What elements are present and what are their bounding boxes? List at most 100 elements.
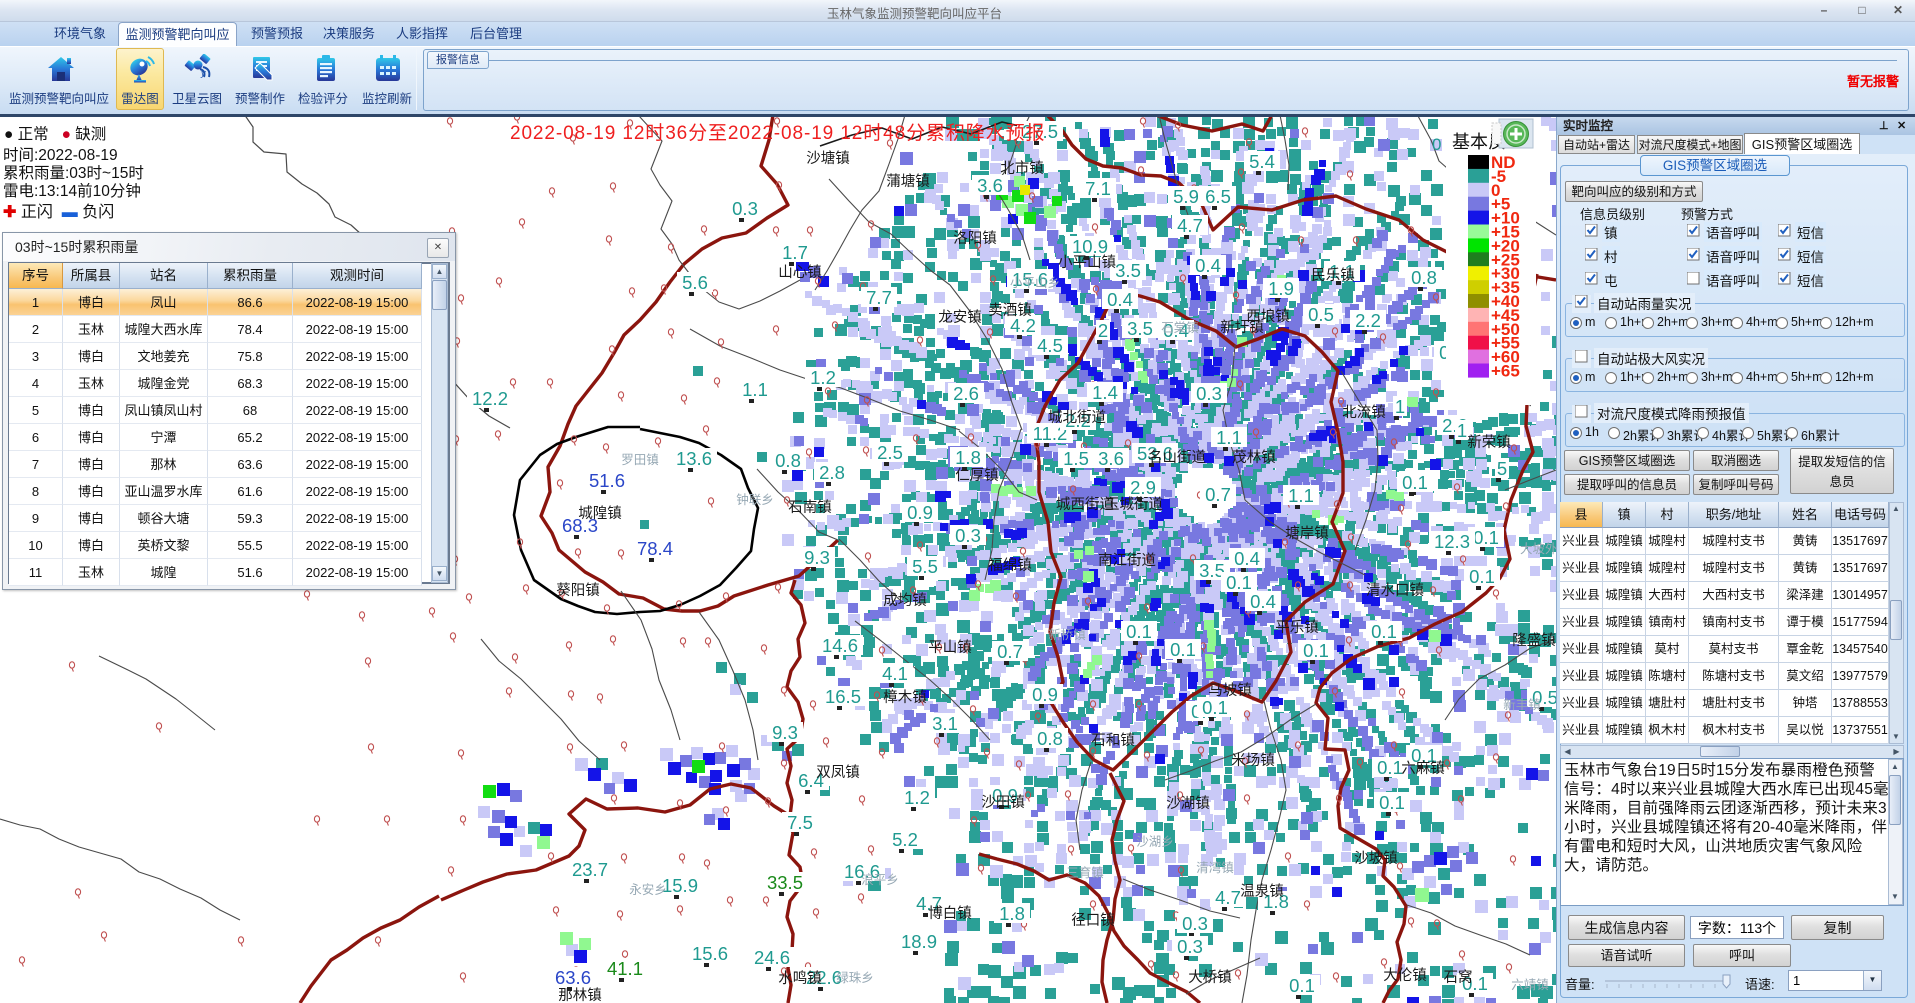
- svg-text:14.6: 14.6: [822, 635, 858, 656]
- svg-text:蒲塘镇: 蒲塘镇: [886, 173, 930, 190]
- svg-text:石和镇: 石和镇: [1091, 732, 1135, 749]
- svg-text:0.3: 0.3: [1182, 913, 1208, 934]
- svg-text:1.1: 1.1: [742, 379, 768, 400]
- svg-text:0.1: 0.1: [1126, 621, 1152, 642]
- svg-text:那林镇: 那林镇: [558, 987, 602, 1003]
- svg-text:0.3: 0.3: [732, 198, 758, 219]
- svg-text:1: 1: [1457, 420, 1467, 441]
- svg-text:0.1: 0.1: [1469, 566, 1495, 587]
- svg-text:1.5: 1.5: [1063, 448, 1089, 469]
- svg-text:0.1: 0.1: [1371, 621, 1397, 642]
- svg-text:5.9: 5.9: [1173, 186, 1199, 207]
- svg-text:15.6: 15.6: [692, 943, 728, 964]
- svg-text:北市镇: 北市镇: [1000, 160, 1044, 177]
- svg-text:沙湖乡: 沙湖乡: [1136, 834, 1174, 849]
- svg-text:龙安镇: 龙安镇: [938, 309, 982, 326]
- svg-text:3.1: 3.1: [932, 713, 958, 734]
- svg-text:2.5: 2.5: [877, 442, 903, 463]
- svg-text:3.5: 3.5: [1115, 260, 1141, 281]
- svg-text:水鸣镇: 水鸣镇: [778, 970, 822, 987]
- svg-text:0.8: 0.8: [1411, 267, 1437, 288]
- svg-text:石棠镇: 石棠镇: [1161, 321, 1199, 335]
- svg-text:78.4: 78.4: [637, 538, 673, 559]
- svg-text:石南镇: 石南镇: [788, 499, 832, 516]
- svg-text:1.9: 1.9: [1268, 278, 1294, 299]
- svg-text:0.1: 0.1: [1377, 757, 1403, 778]
- svg-text:0.1: 0.1: [1303, 640, 1329, 661]
- svg-text:沙田镇: 沙田镇: [981, 794, 1025, 811]
- svg-text:4.7: 4.7: [1215, 887, 1241, 908]
- svg-text:10.9: 10.9: [1072, 236, 1108, 257]
- svg-text:三育镇: 三育镇: [1066, 865, 1104, 880]
- svg-text:5: 5: [1497, 458, 1507, 479]
- svg-text:六靖镇: 六靖镇: [1511, 978, 1549, 992]
- svg-text:新丰镇: 新丰镇: [1503, 697, 1541, 712]
- svg-text:1.8: 1.8: [955, 447, 981, 468]
- svg-text:5.4: 5.4: [1249, 151, 1275, 172]
- svg-text:0.8: 0.8: [775, 450, 801, 471]
- svg-text:1.8: 1.8: [999, 903, 1025, 924]
- svg-text:0.1: 0.1: [1379, 792, 1405, 813]
- svg-text:5.2: 5.2: [892, 829, 918, 850]
- svg-text:大伦镇: 大伦镇: [1383, 967, 1427, 984]
- svg-text:绿珠乡: 绿珠乡: [836, 970, 874, 985]
- svg-text:0.4: 0.4: [1107, 289, 1133, 310]
- svg-text:城北街道: 城北街道: [1048, 409, 1106, 426]
- svg-text:玉城街道: 玉城街道: [1105, 496, 1163, 513]
- svg-text:23.7: 23.7: [572, 859, 608, 880]
- svg-text:16.5: 16.5: [825, 686, 861, 707]
- svg-text:0.5: 0.5: [1308, 304, 1334, 325]
- svg-text:茂林镇: 茂林镇: [1232, 449, 1276, 466]
- svg-text:7.7: 7.7: [866, 287, 892, 308]
- svg-text:2: 2: [1098, 320, 1108, 341]
- svg-text:6.5: 6.5: [1205, 186, 1231, 207]
- svg-text:浪平乡: 浪平乡: [861, 872, 899, 887]
- svg-text:沙塘镇: 沙塘镇: [806, 150, 850, 167]
- svg-text:山心镇: 山心镇: [778, 264, 822, 281]
- svg-text:2.2: 2.2: [1355, 310, 1381, 331]
- svg-text:新圩镇: 新圩镇: [1220, 319, 1264, 336]
- svg-text:永安乡: 永安乡: [629, 882, 667, 897]
- svg-text:2.6: 2.6: [953, 383, 979, 404]
- svg-text:0.1: 0.1: [1289, 975, 1315, 996]
- svg-text:1.4: 1.4: [1092, 382, 1118, 403]
- svg-text:卖酒镇: 卖酒镇: [988, 302, 1032, 319]
- svg-text:民乐镇: 民乐镇: [1311, 267, 1355, 284]
- svg-text:温泉镇: 温泉镇: [1240, 883, 1284, 900]
- svg-text:12.2: 12.2: [472, 388, 508, 409]
- svg-text:0.4: 0.4: [1195, 255, 1221, 276]
- svg-text:0: 0: [1432, 135, 1441, 154]
- svg-text:小平山乡: 小平山乡: [1010, 276, 1060, 290]
- svg-text:4.7: 4.7: [1177, 215, 1203, 236]
- svg-text:5.5: 5.5: [912, 556, 938, 577]
- svg-text:成均镇: 成均镇: [883, 592, 927, 609]
- svg-text:葵阳镇: 葵阳镇: [556, 582, 600, 599]
- svg-text:63.6: 63.6: [555, 967, 591, 988]
- svg-text:平乐镇: 平乐镇: [1275, 619, 1319, 636]
- svg-text:0.4: 0.4: [1250, 591, 1276, 612]
- svg-text:0.1: 0.1: [1170, 639, 1196, 660]
- svg-text:樟木镇: 樟木镇: [883, 688, 927, 706]
- svg-text:洛阳镇: 洛阳镇: [953, 230, 997, 247]
- svg-text:仁厚镇: 仁厚镇: [955, 467, 999, 484]
- svg-text:+65: +65: [1491, 362, 1520, 381]
- svg-text:2.9: 2.9: [1130, 477, 1156, 498]
- svg-text:0.7: 0.7: [1205, 484, 1231, 505]
- svg-text:3.6: 3.6: [977, 175, 1003, 196]
- svg-text:新桥镇: 新桥镇: [1048, 627, 1086, 642]
- svg-text:51.6: 51.6: [589, 470, 625, 491]
- svg-text:4.5: 4.5: [1037, 335, 1063, 356]
- svg-text:名山街道: 名山街道: [1148, 449, 1206, 466]
- svg-text:9.3: 9.3: [804, 547, 830, 568]
- svg-text:平山镇: 平山镇: [928, 639, 972, 656]
- svg-text:0.3: 0.3: [1177, 936, 1203, 957]
- svg-text:北流镇: 北流镇: [1342, 404, 1386, 421]
- svg-text:12.3: 12.3: [1434, 531, 1470, 552]
- svg-text:石窝: 石窝: [1444, 968, 1473, 986]
- svg-text:0.3: 0.3: [955, 525, 981, 546]
- svg-text:钟联乡: 钟联乡: [736, 492, 774, 507]
- svg-text:15.9: 15.9: [662, 875, 698, 896]
- svg-text:0.8: 0.8: [1037, 728, 1063, 749]
- svg-text:41.1: 41.1: [607, 958, 643, 979]
- svg-text:3.6: 3.6: [1098, 448, 1124, 469]
